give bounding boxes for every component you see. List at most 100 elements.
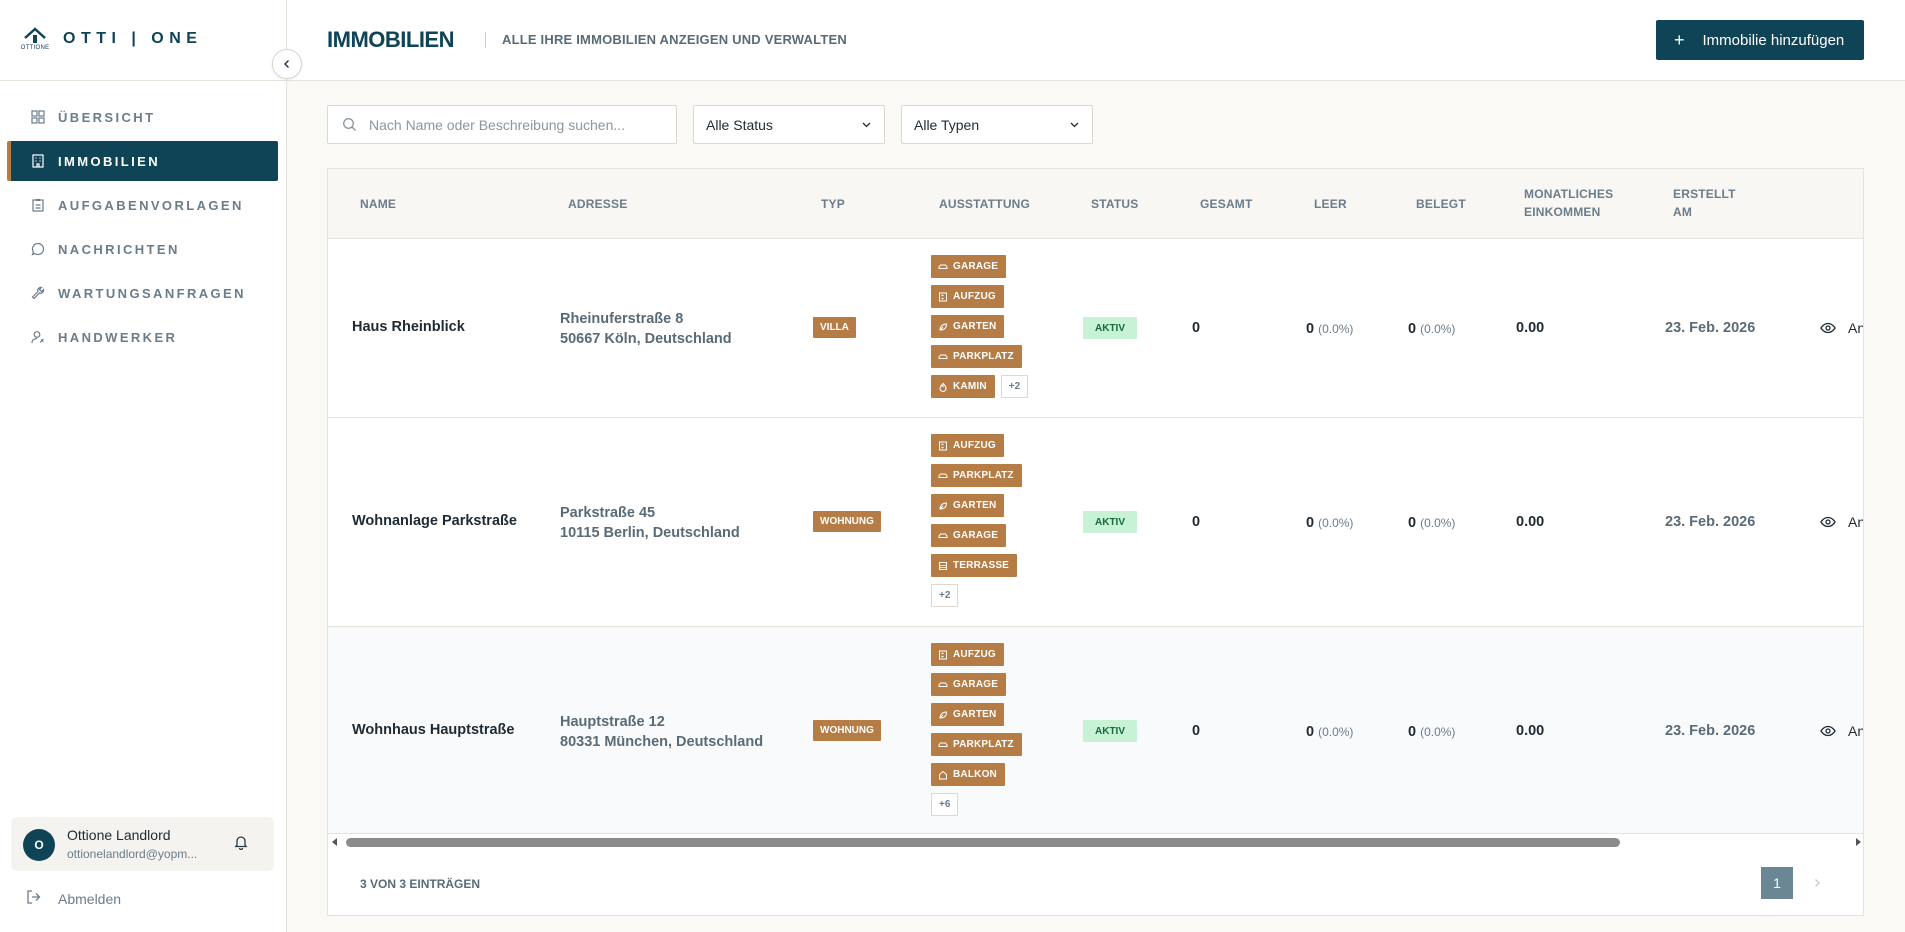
status-badge: AKTIV xyxy=(1083,511,1137,533)
plus-icon: + xyxy=(1674,29,1685,50)
amenity-tag: GARTEN xyxy=(931,494,1005,517)
header-amenities[interactable]: AUSSTATTUNG xyxy=(939,195,1030,213)
user-card[interactable]: O Ottione Landlord ottionelandlord@yopm.… xyxy=(11,817,274,871)
amenities-more-badge[interactable]: +2 xyxy=(931,584,959,607)
sidebar-item-immobilien[interactable]: IMMOBILIEN xyxy=(7,141,278,181)
elevator-icon xyxy=(938,292,948,302)
terrace-icon xyxy=(938,561,948,571)
occupied-count: 0 xyxy=(1408,724,1417,740)
monthly-income: 0.00 xyxy=(1516,320,1545,336)
add-property-button[interactable]: + Immobilie hinzufügen xyxy=(1656,20,1864,60)
search-input[interactable] xyxy=(369,116,659,133)
view-label: An xyxy=(1848,320,1864,336)
sidebar-item-label: ÜBERSICHT xyxy=(58,109,156,125)
amenity-label: GARAGE xyxy=(953,530,999,541)
property-status: AKTIV xyxy=(1083,720,1137,742)
amenity-label: AUFZUG xyxy=(953,649,996,660)
header-status[interactable]: STATUS xyxy=(1091,195,1138,213)
eye-icon xyxy=(1820,320,1836,336)
vacant-percent: (0.0%) xyxy=(1318,322,1354,336)
amenity-tag: PARKPLATZ xyxy=(931,345,1022,368)
occupied-count: 0 xyxy=(1408,321,1417,337)
elevator-icon xyxy=(938,650,948,660)
amenity-label: GARAGE xyxy=(953,261,999,272)
amenity-tag: GARAGE xyxy=(931,255,1007,278)
status-badge: AKTIV xyxy=(1083,317,1137,339)
sidebar-item-aufgabenvorlagen[interactable]: AUFGABENVORLAGEN xyxy=(7,185,278,225)
total-units: 0 xyxy=(1192,723,1201,739)
page-button-current[interactable]: 1 xyxy=(1761,867,1793,899)
property-type: WOHNUNG xyxy=(813,720,881,741)
occupied-percent: (0.0%) xyxy=(1420,516,1456,530)
header-name[interactable]: NAME xyxy=(360,195,396,213)
sidebar-item-label: NACHRICHTEN xyxy=(58,241,180,257)
occupied-units: 0 (0.0%) xyxy=(1408,320,1455,337)
amenity-label: GARTEN xyxy=(953,500,997,511)
avatar: O xyxy=(23,829,55,861)
page-subtitle: ALLE IHRE IMMOBILIEN ANZEIGEN UND VERWAL… xyxy=(502,32,847,47)
sidebar-item-wartungsanfragen[interactable]: WARTUNGSANFRAGEN xyxy=(7,273,278,313)
header-type[interactable]: TYP xyxy=(821,195,845,213)
type-badge: WOHNUNG xyxy=(813,720,881,741)
amenity-label: AUFZUG xyxy=(953,440,996,451)
view-button[interactable]: An xyxy=(1820,723,1863,739)
logout-icon xyxy=(26,889,44,908)
sidebar-item-nachrichten[interactable]: NACHRICHTEN xyxy=(7,229,278,269)
address-line2: 50667 Köln, Deutschland xyxy=(560,331,732,347)
header-created-line2: AM xyxy=(1673,205,1693,219)
header-total[interactable]: GESAMT xyxy=(1200,195,1253,213)
logout-button[interactable]: Abmelden xyxy=(26,889,121,908)
amenity-tag: BALKON xyxy=(931,763,1005,786)
table-row[interactable]: Wohnhaus Hauptstraße Hauptstraße 12 8033… xyxy=(328,627,1863,834)
scrollbar-thumb[interactable] xyxy=(346,838,1620,847)
header-created[interactable]: ERSTELLT AM xyxy=(1673,185,1736,221)
chevron-right-icon xyxy=(1815,879,1820,887)
house-logo-icon xyxy=(24,27,46,43)
vacant-percent: (0.0%) xyxy=(1318,516,1354,530)
bell-icon[interactable] xyxy=(233,834,251,852)
search-box[interactable] xyxy=(327,105,677,144)
amenity-tag: AUFZUG xyxy=(931,643,1004,666)
status-filter-select[interactable]: Alle Status xyxy=(693,105,885,144)
horizontal-scrollbar[interactable] xyxy=(328,834,1863,852)
chevron-left-icon xyxy=(283,59,290,69)
total-units: 0 xyxy=(1192,320,1201,336)
leaf-icon xyxy=(938,710,948,720)
next-page-button[interactable] xyxy=(1801,867,1833,899)
type-badge: VILLA xyxy=(813,317,856,338)
logo-text: OTTIONE xyxy=(20,45,50,51)
amenities-more-badge[interactable]: +2 xyxy=(1000,375,1029,398)
sidebar-item-uebersicht[interactable]: ÜBERSICHT xyxy=(7,97,278,137)
page-header: IMMOBILIEN ALLE IHRE IMMOBILIEN ANZEIGEN… xyxy=(287,0,1905,81)
vacant-units: 0 (0.0%) xyxy=(1306,723,1353,740)
property-name[interactable]: Haus Rheinblick xyxy=(352,319,465,335)
property-name[interactable]: Wohnhaus Hauptstraße xyxy=(352,722,514,738)
view-button[interactable]: An xyxy=(1820,514,1863,530)
amenity-label: GARAGE xyxy=(953,679,999,690)
table-row[interactable]: Haus Rheinblick Rheinuferstraße 8 50667 … xyxy=(328,239,1864,418)
chat-icon xyxy=(30,241,46,257)
occupied-units: 0 (0.0%) xyxy=(1408,723,1455,740)
property-name[interactable]: Wohnanlage Parkstraße xyxy=(352,513,517,529)
user-email: ottionelandlord@yopm... xyxy=(67,847,198,861)
brand-logo[interactable]: OTTIONE xyxy=(19,26,51,56)
collapse-sidebar-button[interactable] xyxy=(272,49,302,79)
amenities-more-badge[interactable]: +6 xyxy=(931,793,959,816)
header-occupied[interactable]: BELEGT xyxy=(1416,195,1466,213)
eye-icon xyxy=(1820,723,1836,739)
scroll-right-arrow-icon[interactable] xyxy=(1856,838,1861,846)
type-filter-select[interactable]: Alle Typen xyxy=(901,105,1093,144)
sidebar-item-handwerker[interactable]: HANDWERKER xyxy=(7,317,278,357)
amenity-tag: GARTEN xyxy=(931,703,1005,726)
header-income[interactable]: MONATLICHES EINKOMMEN xyxy=(1524,185,1613,221)
amenity-label: GARTEN xyxy=(953,709,997,720)
amenity-tag: PARKPLATZ xyxy=(931,464,1022,487)
header-address[interactable]: ADRESSE xyxy=(568,195,627,213)
table-row[interactable]: Wohnanlage Parkstraße Parkstraße 45 1011… xyxy=(328,418,1863,627)
amenity-label: GARTEN xyxy=(953,321,997,332)
view-button[interactable]: An xyxy=(1820,320,1864,336)
amenity-tag: PARKPLATZ xyxy=(931,733,1022,756)
car-icon xyxy=(938,352,948,362)
scroll-left-arrow-icon[interactable] xyxy=(332,838,337,846)
header-vacant[interactable]: LEER xyxy=(1314,195,1347,213)
